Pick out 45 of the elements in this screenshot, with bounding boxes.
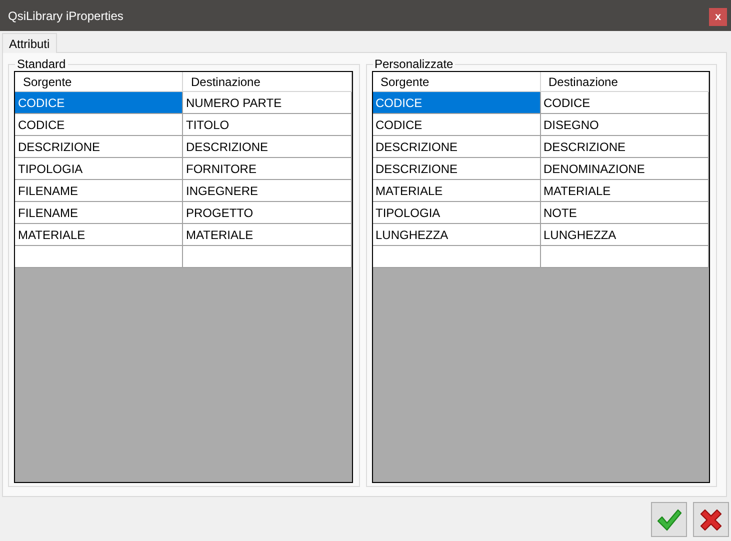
tab[interactable]: Attributi — [2, 33, 57, 53]
new-row-cell[interactable] — [372, 246, 540, 268]
column-header[interactable]: Sorgente — [372, 72, 540, 92]
table-cell[interactable]: CODICE — [372, 114, 540, 136]
table-cell[interactable]: LUNGHEZZA — [372, 224, 540, 246]
table-cell[interactable]: TITOLO — [183, 114, 352, 136]
table-cell[interactable]: CODICE — [15, 114, 183, 136]
cancel-button[interactable] — [693, 502, 729, 537]
new-row-cell[interactable] — [183, 246, 352, 268]
table-cell[interactable]: MATERIALE — [540, 180, 709, 202]
table-cell[interactable]: TIPOLOGIA — [372, 202, 540, 224]
checkmark-icon — [656, 508, 682, 532]
table-cell[interactable]: MATERIALE — [15, 224, 183, 246]
table-cell[interactable]: INGEGNERE — [183, 180, 352, 202]
close-button[interactable]: x — [709, 8, 727, 26]
group-title: Personalizzate — [374, 57, 454, 71]
column-header[interactable]: Destinazione — [183, 72, 352, 92]
new-row-cell[interactable] — [15, 246, 183, 268]
table-cell[interactable]: DENOMINAZIONE — [540, 158, 709, 180]
table-cell[interactable]: DESCRIZIONE — [540, 136, 709, 158]
cross-icon — [699, 508, 723, 532]
table-cell[interactable]: DESCRIZIONE — [372, 158, 540, 180]
table-cell[interactable]: CODICE — [15, 92, 183, 114]
table-cell[interactable]: CODICE — [540, 92, 709, 114]
column-header[interactable]: Destinazione — [540, 72, 709, 92]
table-cell[interactable]: NUMERO PARTE — [183, 92, 352, 114]
table-cell[interactable]: TIPOLOGIA — [15, 158, 183, 180]
ok-button[interactable] — [651, 502, 687, 537]
table-cell[interactable]: CODICE — [372, 92, 540, 114]
table-cell[interactable]: LUNGHEZZA — [540, 224, 709, 246]
table-cell[interactable]: DESCRIZIONE — [372, 136, 540, 158]
window-title: QsiLibrary iProperties — [8, 8, 124, 22]
table-cell[interactable]: FILENAME — [15, 202, 183, 224]
table-cell[interactable]: DISEGNO — [540, 114, 709, 136]
table-cell[interactable]: MATERIALE — [183, 224, 352, 246]
column-header[interactable]: Sorgente — [15, 72, 183, 92]
table-cell[interactable]: FILENAME — [15, 180, 183, 202]
table-cell[interactable]: PROGETTO — [183, 202, 352, 224]
table-cell[interactable]: FORNITORE — [183, 158, 352, 180]
new-row-cell[interactable] — [540, 246, 709, 268]
table-cell[interactable]: MATERIALE — [372, 180, 540, 202]
table-cell[interactable]: DESCRIZIONE — [183, 136, 352, 158]
table-cell[interactable]: NOTE — [540, 202, 709, 224]
group-title: Standard — [16, 57, 67, 71]
table-cell[interactable]: DESCRIZIONE — [15, 136, 183, 158]
